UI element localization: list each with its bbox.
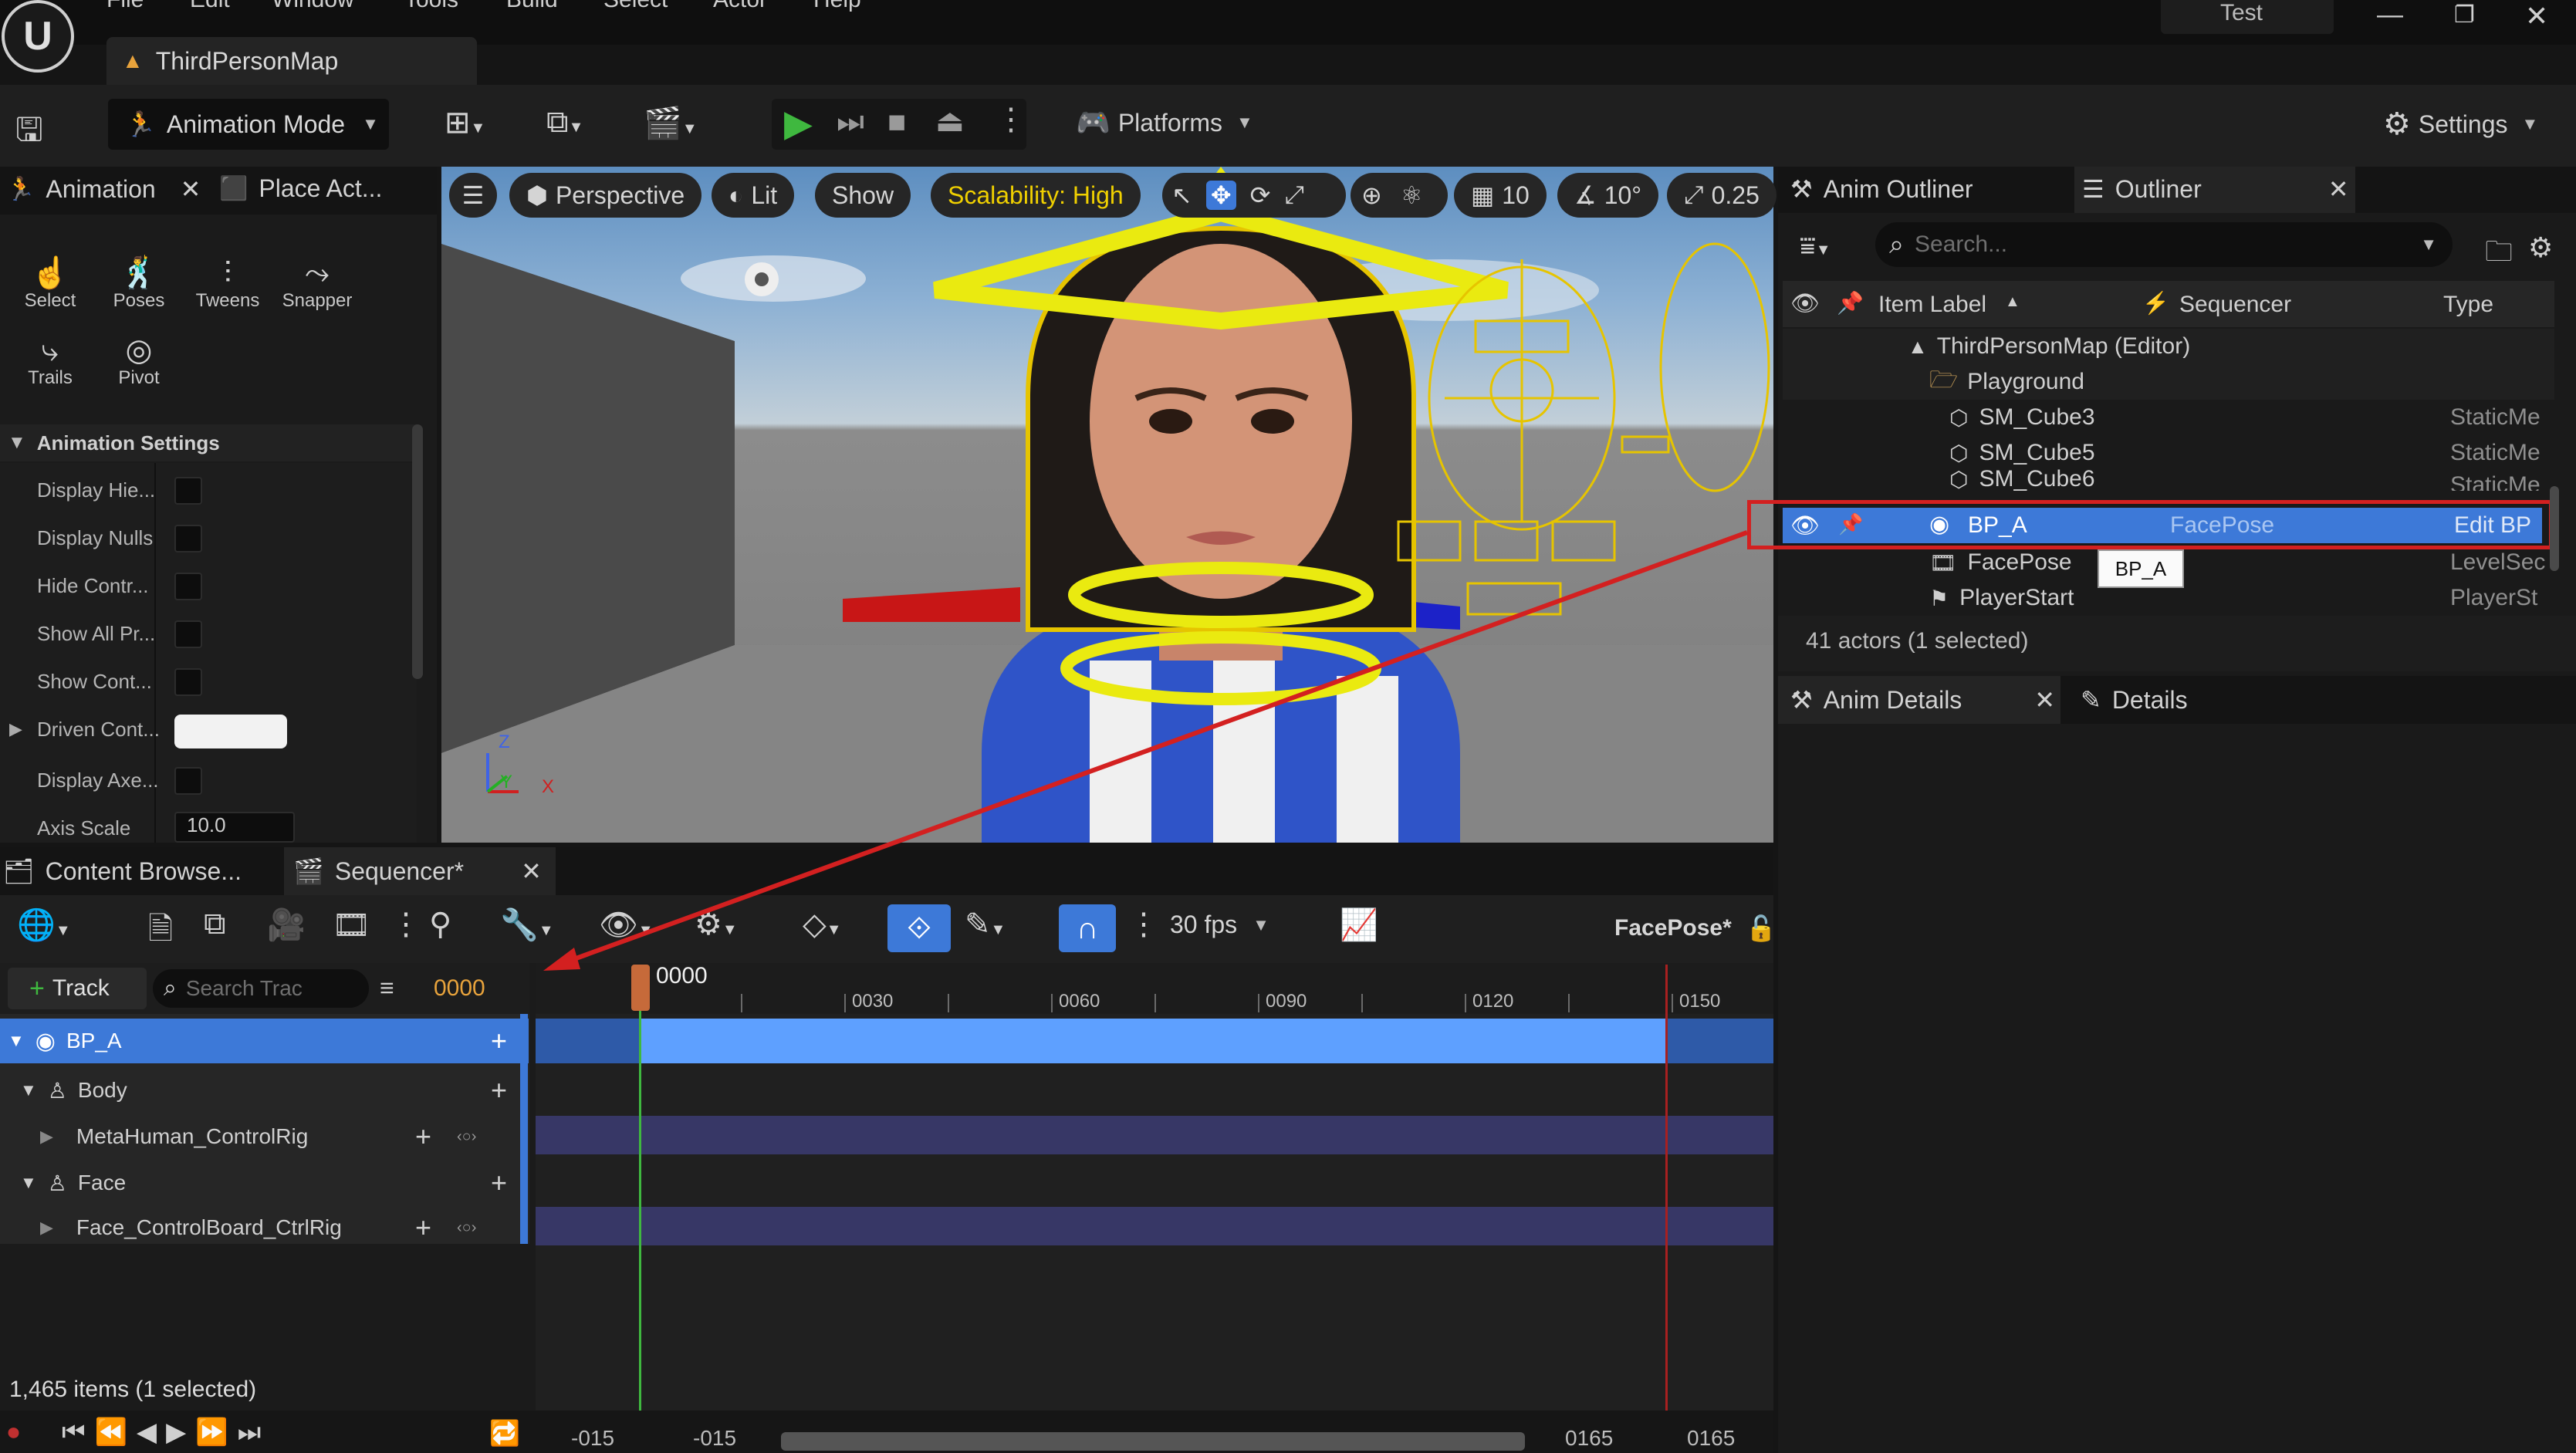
view-range-start[interactable]: -015 [571, 1426, 614, 1451]
working-range-start[interactable]: -015 [693, 1426, 736, 1451]
playback-controls[interactable]: ⏮⏪◀▶⏩⏭ [62, 1417, 270, 1448]
view-range-end[interactable]: 0165 [1687, 1426, 1735, 1451]
content-browser-status: 1,465 items (1 selected) [9, 1377, 257, 1402]
loop-icon[interactable]: 🔁 [489, 1418, 520, 1448]
annotation-arrow [543, 530, 1749, 971]
record-icon[interactable]: ⏺ [8, 1420, 19, 1446]
range-scrollbar[interactable] [781, 1432, 1525, 1451]
working-range-end[interactable]: 0165 [1565, 1426, 1613, 1451]
